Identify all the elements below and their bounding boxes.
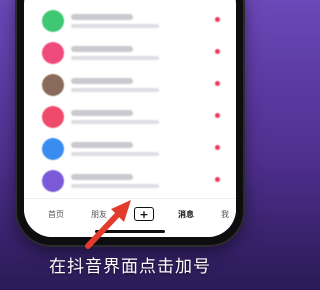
message-preview-blurred xyxy=(71,184,159,188)
unread-dot xyxy=(215,81,220,86)
add-plus-button[interactable]: + xyxy=(134,207,154,221)
home-indicator xyxy=(95,230,165,233)
avatar xyxy=(42,170,64,192)
message-title-blurred xyxy=(71,142,133,148)
unread-dot xyxy=(215,49,220,54)
unread-dot xyxy=(215,145,220,150)
message-preview-blurred xyxy=(71,152,159,156)
plus-icon: + xyxy=(139,207,149,221)
avatar xyxy=(42,42,64,64)
phone-frame: 首页 朋友 + 消息 我 xyxy=(17,0,243,245)
tab-me[interactable]: 我 xyxy=(221,209,229,220)
avatar xyxy=(42,106,64,128)
list-item[interactable] xyxy=(24,102,236,134)
unread-dot xyxy=(215,17,220,22)
unread-dot xyxy=(215,177,220,182)
list-item[interactable] xyxy=(24,166,236,198)
message-preview-blurred xyxy=(71,120,159,124)
message-title-blurred xyxy=(71,46,133,52)
unread-dot xyxy=(215,113,220,118)
list-item[interactable] xyxy=(24,38,236,70)
message-preview-blurred xyxy=(71,88,159,92)
message-title-blurred xyxy=(71,174,133,180)
phone-screen: 首页 朋友 + 消息 我 xyxy=(24,0,236,237)
list-item[interactable] xyxy=(24,134,236,166)
message-preview-blurred xyxy=(71,56,159,60)
tab-friends[interactable]: 朋友 xyxy=(91,209,107,220)
bottom-tab-bar: 首页 朋友 + 消息 我 xyxy=(24,198,236,237)
tab-home[interactable]: 首页 xyxy=(48,209,64,220)
list-item[interactable] xyxy=(24,70,236,102)
avatar xyxy=(42,10,64,32)
avatar xyxy=(42,138,64,160)
instruction-caption: 在抖音界面点击加号 xyxy=(49,257,211,277)
avatar xyxy=(42,74,64,96)
message-title-blurred xyxy=(71,78,133,84)
list-item[interactable] xyxy=(24,6,236,38)
message-list xyxy=(24,6,236,198)
tab-messages[interactable]: 消息 xyxy=(178,209,194,220)
message-title-blurred xyxy=(71,110,133,116)
message-title-blurred xyxy=(71,14,133,20)
message-preview-blurred xyxy=(71,24,159,28)
